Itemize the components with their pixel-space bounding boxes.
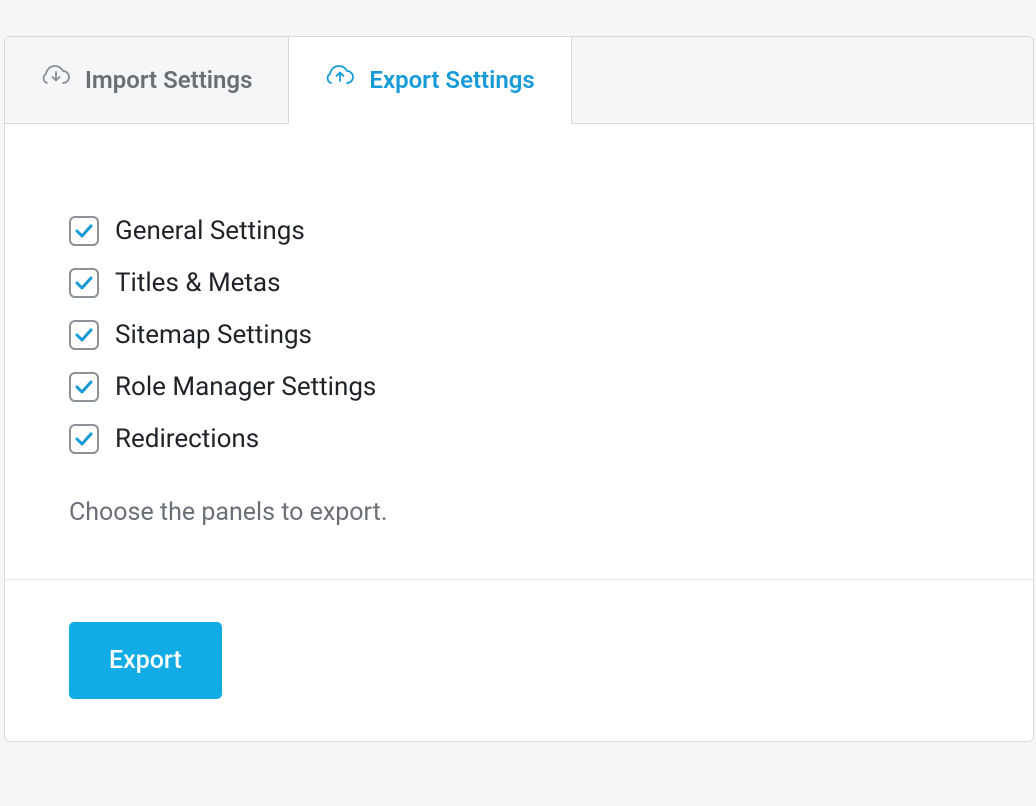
option-titles-metas[interactable]: Titles & Metas xyxy=(69,268,969,298)
tab-export-settings[interactable]: Export Settings xyxy=(289,37,571,124)
tabs-bar: Import Settings Export Settings xyxy=(5,37,1033,124)
tab-content-export: General Settings Titles & Metas Sitemap … xyxy=(5,124,1033,579)
panel-footer: Export xyxy=(5,579,1033,741)
checkbox-checked-icon[interactable] xyxy=(69,320,99,350)
cloud-upload-icon xyxy=(325,65,355,95)
option-label: Redirections xyxy=(115,424,259,454)
option-label: General Settings xyxy=(115,216,305,246)
option-sitemap-settings[interactable]: Sitemap Settings xyxy=(69,320,969,350)
option-redirections[interactable]: Redirections xyxy=(69,424,969,454)
hint-text: Choose the panels to export. xyxy=(69,498,969,527)
checkbox-checked-icon[interactable] xyxy=(69,216,99,246)
cloud-download-icon xyxy=(41,65,71,95)
checkbox-checked-icon[interactable] xyxy=(69,424,99,454)
export-button[interactable]: Export xyxy=(69,622,222,699)
tab-import-settings[interactable]: Import Settings xyxy=(5,37,289,123)
option-label: Sitemap Settings xyxy=(115,320,312,350)
tab-label: Import Settings xyxy=(85,66,252,94)
tab-label: Export Settings xyxy=(369,66,534,94)
option-general-settings[interactable]: General Settings xyxy=(69,216,969,246)
checkbox-checked-icon[interactable] xyxy=(69,372,99,402)
checkbox-checked-icon[interactable] xyxy=(69,268,99,298)
settings-panel: Import Settings Export Settings General … xyxy=(4,36,1034,742)
option-label: Titles & Metas xyxy=(115,268,281,298)
option-label: Role Manager Settings xyxy=(115,372,376,402)
option-role-manager-settings[interactable]: Role Manager Settings xyxy=(69,372,969,402)
